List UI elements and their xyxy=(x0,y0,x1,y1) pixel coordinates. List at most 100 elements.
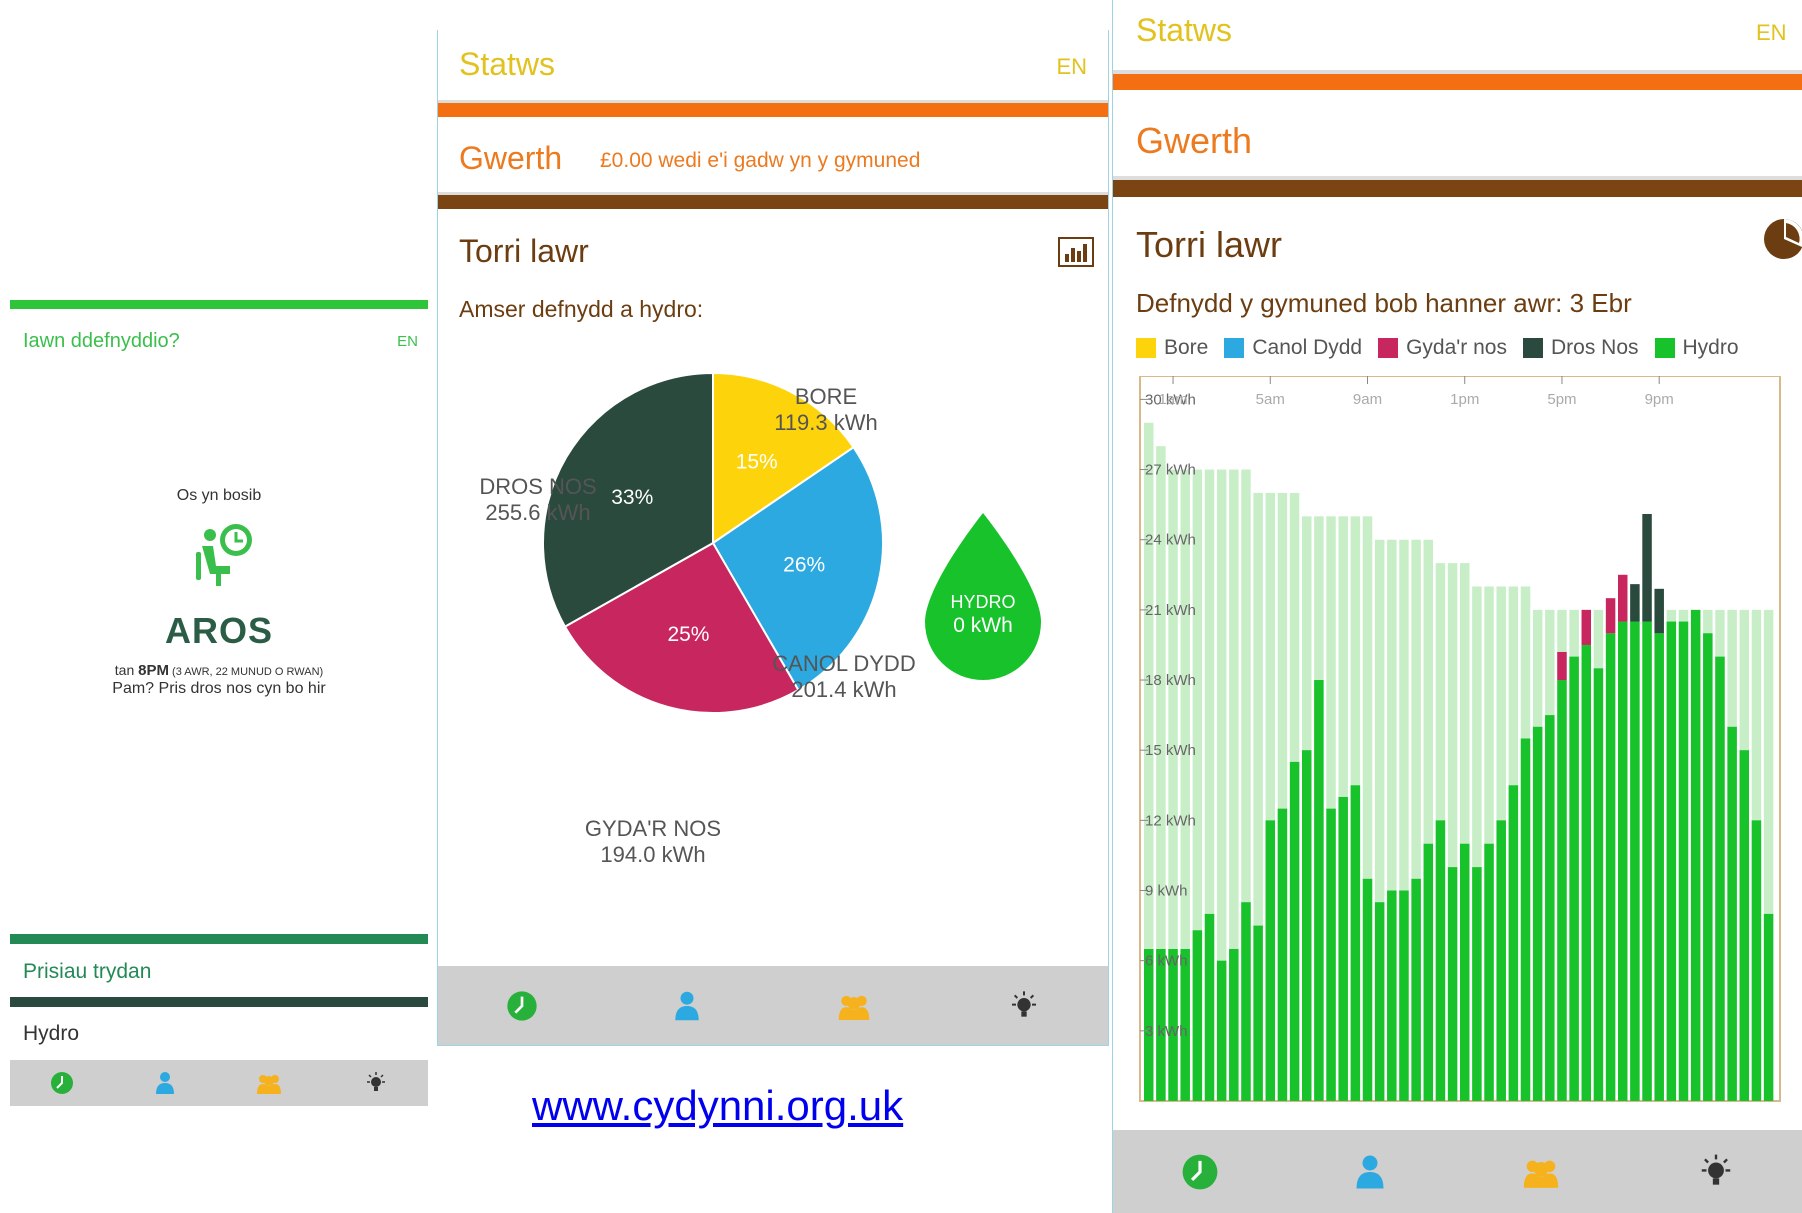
bar-hydro xyxy=(1496,820,1506,1101)
nav-community-button[interactable] xyxy=(1521,1156,1561,1188)
bar-hydro xyxy=(1326,808,1336,1101)
bar-hydro xyxy=(1460,843,1470,1101)
bar-hydro xyxy=(1423,843,1434,1101)
bar-hydro xyxy=(1338,796,1348,1101)
x-tick-label: 9pm xyxy=(1645,391,1674,408)
bar-hydro xyxy=(1411,878,1421,1101)
bar-chart-toggle-icon[interactable] xyxy=(1058,237,1094,272)
clock-icon xyxy=(506,990,538,1022)
bar-hydro xyxy=(1605,633,1616,1101)
legend-item: Dros Nos xyxy=(1522,336,1639,360)
bar-hydro xyxy=(1192,930,1203,1101)
language-toggle[interactable]: EN xyxy=(1756,20,1787,46)
until-prefix: tan xyxy=(114,662,139,678)
bar-gyda-nos xyxy=(1618,574,1628,622)
until-time: 8PM xyxy=(138,662,169,679)
status-title: Statws xyxy=(459,46,556,82)
language-toggle[interactable]: EN xyxy=(397,333,418,350)
language-toggle[interactable]: EN xyxy=(1056,54,1087,80)
pie-percent-label: 15% xyxy=(736,450,778,473)
status-word: AROS xyxy=(164,610,273,651)
bar-hydro xyxy=(1241,902,1251,1101)
lightbulb-icon xyxy=(364,1071,388,1095)
pie-category-label: GYDA'R NOS xyxy=(585,816,721,841)
chart-subtitle: Amser defnydd a hydro: xyxy=(459,296,704,322)
bar-hydro xyxy=(1642,621,1652,1101)
y-tick-label: 27 kWh xyxy=(1145,462,1196,479)
pie-value-label: 255.6 kWh xyxy=(485,500,590,525)
nav-person-button[interactable] xyxy=(155,1071,175,1095)
orange-divider xyxy=(438,103,1108,117)
nav-tips-button[interactable] xyxy=(1008,990,1040,1022)
bar-hydro xyxy=(1387,890,1397,1101)
bar-gyda-nos xyxy=(1557,651,1567,681)
bar-hydro xyxy=(1739,750,1750,1101)
nav-person-button[interactable] xyxy=(1355,1153,1385,1191)
bar-hydro xyxy=(1265,820,1276,1101)
y-tick-label: 21 kWh xyxy=(1145,602,1196,619)
pie-value-label: 119.3 kWh xyxy=(774,410,878,435)
website-link[interactable]: www.cydynni.org.uk xyxy=(532,1082,903,1130)
pie-chart: 15% 26% 25% 33% BORE119.3 kWh CANOL DYDD201.4… xyxy=(479,371,1041,867)
clock-icon xyxy=(50,1071,74,1095)
green-divider xyxy=(10,300,428,309)
prices-link[interactable]: Prisiau trydan xyxy=(23,960,151,984)
bar-hydro xyxy=(1666,621,1677,1101)
bar-hydro xyxy=(1630,621,1640,1101)
nav-community-button[interactable] xyxy=(255,1072,283,1094)
bar-hydro xyxy=(1216,960,1227,1101)
bar-hydro xyxy=(1484,843,1494,1101)
legend-swatch xyxy=(1378,338,1399,358)
pie-category-label: DROS NOS xyxy=(479,474,596,499)
legend-label: Bore xyxy=(1164,336,1209,359)
bar-dros-nos xyxy=(1642,513,1652,622)
y-tick-label: 3 kWh xyxy=(1145,1023,1188,1040)
bar-hydro xyxy=(1350,785,1361,1101)
bar-hydro xyxy=(1715,656,1725,1101)
nav-tips-button[interactable] xyxy=(364,1071,388,1095)
nav-tips-button[interactable] xyxy=(1697,1153,1735,1191)
value-text: £0.00 wedi e'i gadw yn y gymuned xyxy=(600,149,921,172)
bar-hydro xyxy=(1204,913,1215,1101)
y-tick-label: 24 kWh xyxy=(1145,532,1196,549)
until-detail: (3 AWR, 22 MUNUD O RWAN) xyxy=(168,666,324,678)
nav-person-button[interactable] xyxy=(674,990,700,1022)
dark-divider xyxy=(10,997,428,1007)
clock-icon xyxy=(1181,1153,1219,1191)
bar-chart: 3 kWh 6 kWh 9 kWh 12 kWh 15 kWh 18 kWh 21 kWh 2… xyxy=(1139,376,1781,1102)
nav-clock-button[interactable] xyxy=(506,990,538,1022)
nav-clock-button[interactable] xyxy=(1181,1153,1219,1191)
bar-hydro xyxy=(1314,680,1324,1101)
bar-hydro xyxy=(1593,668,1604,1101)
bar-hydro xyxy=(1532,726,1543,1101)
hydro-link[interactable]: Hydro xyxy=(23,1022,79,1046)
until-line: tan 8PM (3 AWR, 22 MUNUD O RWAN) xyxy=(10,662,428,679)
pie-percent-label: 26% xyxy=(783,554,825,577)
pie-percent-label: 33% xyxy=(611,486,653,509)
wait-person-clock-icon xyxy=(188,520,258,595)
bar-hydro xyxy=(1569,656,1579,1101)
nav-clock-button[interactable] xyxy=(50,1071,74,1095)
pie-value-label: 201.4 kWh xyxy=(791,677,896,702)
legend-item: Hydro xyxy=(1654,336,1739,360)
bar-hydro xyxy=(1229,948,1239,1101)
panel-breakdown-pie: Statws EN Gwerth £0.00 wedi e'i gadw yn … xyxy=(437,30,1109,1046)
pie-category-label: CANOL DYDD xyxy=(772,651,915,676)
value-title: Gwerth xyxy=(459,140,563,176)
bar-gyda-nos xyxy=(1581,609,1592,645)
community-icon xyxy=(1521,1156,1561,1188)
bar-hydro xyxy=(1763,913,1774,1101)
pie-chart-toggle-icon[interactable] xyxy=(1762,217,1802,266)
person-icon xyxy=(155,1071,175,1095)
panel-breakdown-bar: Statws EN Gwerth Torri lawr Defnydd y gy… xyxy=(1112,0,1802,1213)
hint-text: Os yn bosib xyxy=(176,487,262,504)
person-icon xyxy=(1355,1153,1385,1191)
bar-hydro xyxy=(1302,750,1312,1101)
bar-hydro xyxy=(1472,867,1482,1101)
bar-hydro xyxy=(1253,925,1263,1101)
bottom-nav xyxy=(1113,1130,1802,1213)
bar-hydro xyxy=(1557,680,1567,1101)
bar-hydro xyxy=(1545,715,1555,1101)
x-tick-label: 1pm xyxy=(1450,391,1479,408)
nav-community-button[interactable] xyxy=(836,992,872,1020)
